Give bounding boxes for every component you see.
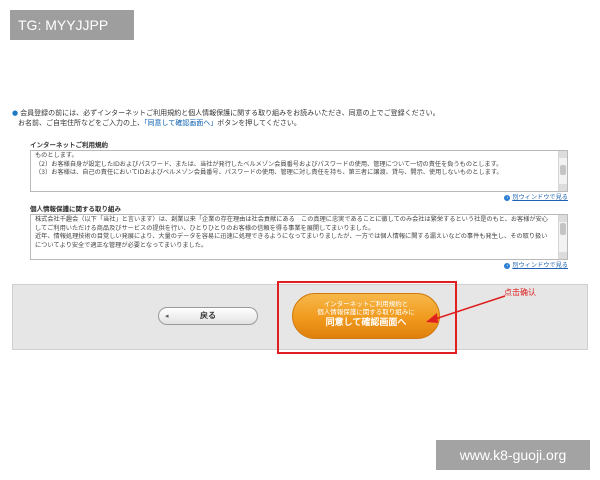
- privacy-scrollbar[interactable]: [558, 215, 567, 259]
- terms-title: インターネットご利用規約: [30, 141, 108, 149]
- intro-line-1: 会員登録の前には、必ずインターネットご利用規約と個人情報保護に関する取り組みをお…: [20, 109, 440, 117]
- terms-panel: インターネットご利用規約 ものとします。 （2）お客様自身が設定したIDおよびパ…: [30, 141, 568, 202]
- privacy-text: 株式会社千趣会（以下「当社」と言います）は、創業以来「企業の存在理由は社会貢献に…: [35, 216, 548, 249]
- scroll-down-arrow-icon[interactable]: [559, 252, 567, 259]
- terms-new-window-link[interactable]: › 別ウィンドウで見る: [30, 193, 568, 202]
- new-window-icon: ›: [504, 262, 511, 269]
- intro-line-2a: お名前、ご自宅住所などをご入力の上、: [18, 119, 144, 127]
- footer-watermark-tag: www.k8-guoji.org: [436, 440, 590, 470]
- scroll-up-arrow-icon[interactable]: [559, 215, 567, 222]
- scroll-up-arrow-icon[interactable]: [559, 151, 567, 158]
- chevron-left-icon: ◂: [165, 312, 169, 320]
- intro-text: ● 会員登録の前には、必ずインターネットご利用規約と個人情報保護に関する取り組みを…: [12, 108, 572, 128]
- privacy-new-window-link[interactable]: › 別ウィンドウで見る: [30, 261, 568, 270]
- privacy-panel: 個人情報保護に関する取り組み 株式会社千趣会（以下「当社」と言います）は、創業以…: [30, 205, 568, 270]
- top-watermark-tag: TG: MYYJJPP: [10, 10, 134, 40]
- scroll-thumb[interactable]: [560, 223, 566, 235]
- intro-link-text: 「同意して確認画面へ」: [144, 119, 218, 127]
- click-confirm-annotation: 点击确认: [504, 288, 536, 297]
- terms-textbox[interactable]: ものとします。 （2）お客様自身が設定したIDおよびパスワード、または、当社が発…: [30, 150, 568, 192]
- privacy-textbox[interactable]: 株式会社千趣会（以下「当社」と言います）は、創業以来「企業の存在理由は社会貢献に…: [30, 214, 568, 260]
- terms-scrollbar[interactable]: [558, 151, 567, 191]
- bullet-icon: ●: [12, 109, 19, 117]
- scroll-thumb[interactable]: [560, 165, 566, 175]
- terms-text: ものとします。 （2）お客様自身が設定したIDおよびパスワード、または、当社が発…: [35, 152, 503, 176]
- highlight-frame: [277, 281, 457, 354]
- privacy-title: 個人情報保護に関する取り組み: [30, 205, 121, 213]
- intro-line-2b: ボタンを押してください。: [217, 119, 301, 127]
- scroll-down-arrow-icon[interactable]: [559, 184, 567, 191]
- back-button[interactable]: ◂ 戻る: [158, 307, 258, 325]
- new-window-icon: ›: [504, 194, 511, 201]
